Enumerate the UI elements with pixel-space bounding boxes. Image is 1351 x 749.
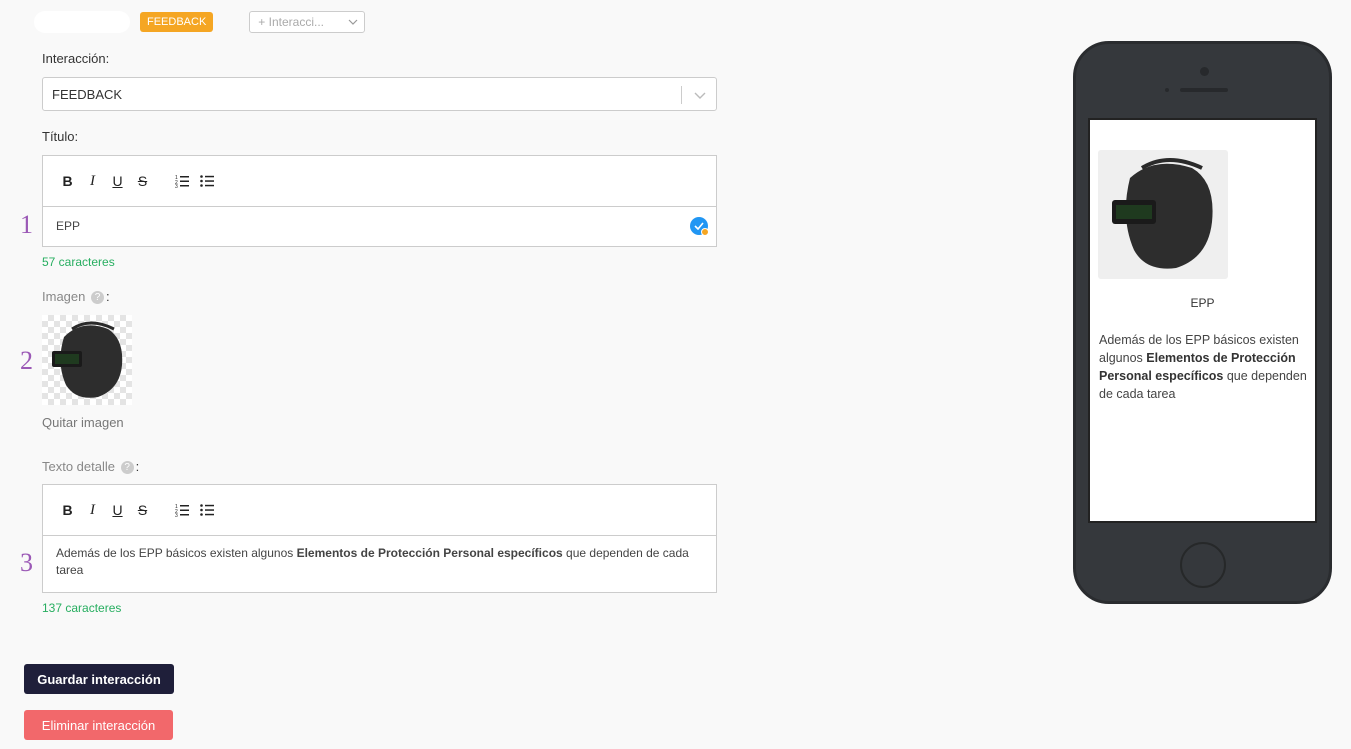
detail-input[interactable]: Además de los EPP básicos existen alguno… bbox=[43, 536, 716, 590]
title-text: EPP bbox=[56, 219, 81, 233]
chevron-down-icon bbox=[348, 19, 358, 25]
bullet-list-button[interactable] bbox=[194, 498, 219, 522]
bullet-list-button[interactable] bbox=[194, 169, 219, 193]
phone-camera bbox=[1200, 67, 1209, 76]
bold-button[interactable]: B bbox=[55, 498, 80, 522]
detail-text-before: Además de los EPP básicos existen alguno… bbox=[56, 546, 297, 560]
detail-toolbar: B I U S 123 bbox=[43, 485, 716, 536]
delete-interaction-button[interactable]: Eliminar interacción bbox=[24, 710, 173, 740]
welding-mask-image bbox=[1112, 158, 1213, 269]
add-interaction-label: + Interacci... bbox=[258, 15, 324, 29]
ordered-list-button[interactable]: 123 bbox=[169, 169, 194, 193]
select-separator bbox=[681, 86, 682, 104]
bullet-list-icon bbox=[199, 175, 214, 187]
check-icon bbox=[690, 217, 709, 236]
image-label: Imagen ?: bbox=[42, 289, 110, 305]
italic-button[interactable]: I bbox=[80, 169, 105, 193]
detail-counter: 137 caracteres bbox=[42, 601, 122, 615]
bold-button[interactable]: B bbox=[55, 169, 80, 193]
title-label: Título: bbox=[42, 129, 79, 144]
phone-home-button bbox=[1180, 542, 1226, 588]
type-tag: FEEDBACK bbox=[140, 12, 214, 32]
help-icon[interactable]: ? bbox=[120, 461, 134, 475]
blurred-name bbox=[34, 11, 130, 33]
chevron-down-icon bbox=[694, 92, 706, 99]
ordered-list-button[interactable]: 123 bbox=[169, 498, 194, 522]
image-thumbnail[interactable] bbox=[42, 315, 132, 405]
detail-editor: B I U S 123 Además de los EPP básicos ex… bbox=[42, 484, 717, 593]
step-number-3: 3 bbox=[20, 548, 33, 577]
interaction-label: Interacción: bbox=[42, 51, 110, 66]
welding-mask-image bbox=[52, 321, 123, 398]
title-counter: 57 caracteres bbox=[42, 255, 115, 269]
top-bar: FEEDBACK + Interacci... bbox=[34, 8, 366, 36]
title-input[interactable]: EPP bbox=[43, 207, 716, 246]
help-icon[interactable]: ? bbox=[91, 291, 104, 305]
phone-sensor bbox=[1165, 88, 1169, 92]
preview-text: Además de los EPP básicos existen alguno… bbox=[1099, 331, 1311, 403]
add-interaction-dropdown[interactable]: + Interacci... bbox=[249, 11, 366, 33]
preview-image bbox=[1098, 150, 1228, 279]
interaction-select[interactable]: FEEDBACK bbox=[42, 77, 717, 111]
ordered-list-icon: 123 bbox=[175, 175, 189, 188]
step-number-1: 1 bbox=[20, 210, 33, 239]
detail-text-bold: Elementos de Protección Personal específ… bbox=[296, 546, 563, 560]
ordered-list-icon: 123 bbox=[175, 504, 189, 517]
detail-label: Texto detalle ?: bbox=[42, 459, 140, 475]
strikethrough-button[interactable]: S bbox=[130, 498, 155, 522]
phone-speaker bbox=[1180, 88, 1228, 92]
underline-button[interactable]: U bbox=[105, 169, 130, 193]
svg-text:3: 3 bbox=[175, 513, 178, 517]
underline-button[interactable]: U bbox=[105, 498, 130, 522]
phone-preview: EPP Además de los EPP básicos existen al… bbox=[1073, 41, 1332, 604]
italic-button[interactable]: I bbox=[80, 498, 105, 522]
title-editor: B I U S 123 EPP bbox=[42, 155, 717, 247]
interaction-value: FEEDBACK bbox=[52, 86, 123, 102]
preview-title: EPP bbox=[1190, 296, 1215, 310]
phone-screen: EPP Además de los EPP básicos existen al… bbox=[1088, 118, 1317, 523]
bullet-list-icon bbox=[199, 504, 214, 516]
step-number-2: 2 bbox=[20, 346, 33, 375]
strikethrough-button[interactable]: S bbox=[130, 169, 155, 193]
remove-image-link[interactable]: Quitar imagen bbox=[42, 415, 124, 430]
title-toolbar: B I U S 123 bbox=[43, 156, 716, 207]
svg-text:3: 3 bbox=[175, 184, 178, 188]
save-interaction-button[interactable]: Guardar interacción bbox=[24, 664, 174, 694]
